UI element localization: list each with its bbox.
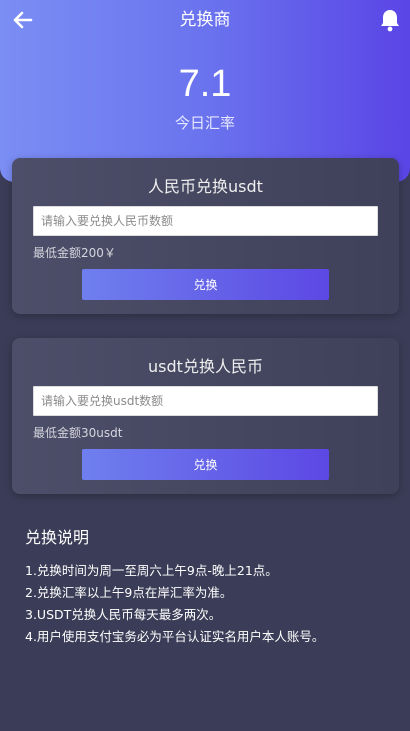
page-title: 兑换商 — [179, 10, 231, 30]
usdt-to-cny-title: usdt兑换人民币 — [148, 357, 263, 376]
cny-exchange-button[interactable]: 兑换 — [82, 269, 329, 300]
notes-title: 兑换说明 — [25, 528, 90, 547]
exchange-notes: 兑换说明 1.兑换时间为周一至周六上午9点-晚上21点。 2.兑换汇率以上午9点… — [25, 526, 395, 648]
bell-icon — [381, 10, 399, 32]
notes-item: 2.兑换汇率以上午9点在岸汇率为准。 — [25, 585, 233, 600]
cny-to-usdt-card: 人民币兑换usdt 最低金额200￥ 兑换 — [12, 158, 399, 314]
rate-header: 兑换商 7.1 今日汇率 — [0, 0, 410, 182]
usdt-to-cny-card: usdt兑换人民币 最低金额30usdt 兑换 — [12, 338, 399, 494]
exchange-rate-value: 7.1 — [178, 63, 232, 105]
notes-item: 4.用户使用支付宝务必为平台认证实名用户本人账号。 — [25, 629, 325, 644]
cny-amount-input[interactable] — [33, 206, 378, 236]
usdt-min-amount-hint: 最低金额30usdt — [33, 426, 123, 440]
notes-item: 3.USDT兑换人民币每天最多两次。 — [25, 607, 222, 622]
notes-item: 1.兑换时间为周一至周六上午9点-晚上21点。 — [25, 563, 278, 578]
exchange-page: 兑换商 7.1 今日汇率 人民币兑换usdt 最低金额200￥ 兑换 usdt兑… — [0, 0, 410, 731]
cny-min-amount-hint: 最低金额200￥ — [33, 246, 116, 260]
exchange-rate-label: 今日汇率 — [174, 114, 235, 132]
usdt-exchange-button[interactable]: 兑换 — [82, 449, 329, 480]
cny-to-usdt-title: 人民币兑换usdt — [148, 177, 263, 196]
usdt-amount-input[interactable] — [33, 386, 378, 416]
notification-button[interactable] — [376, 6, 404, 34]
